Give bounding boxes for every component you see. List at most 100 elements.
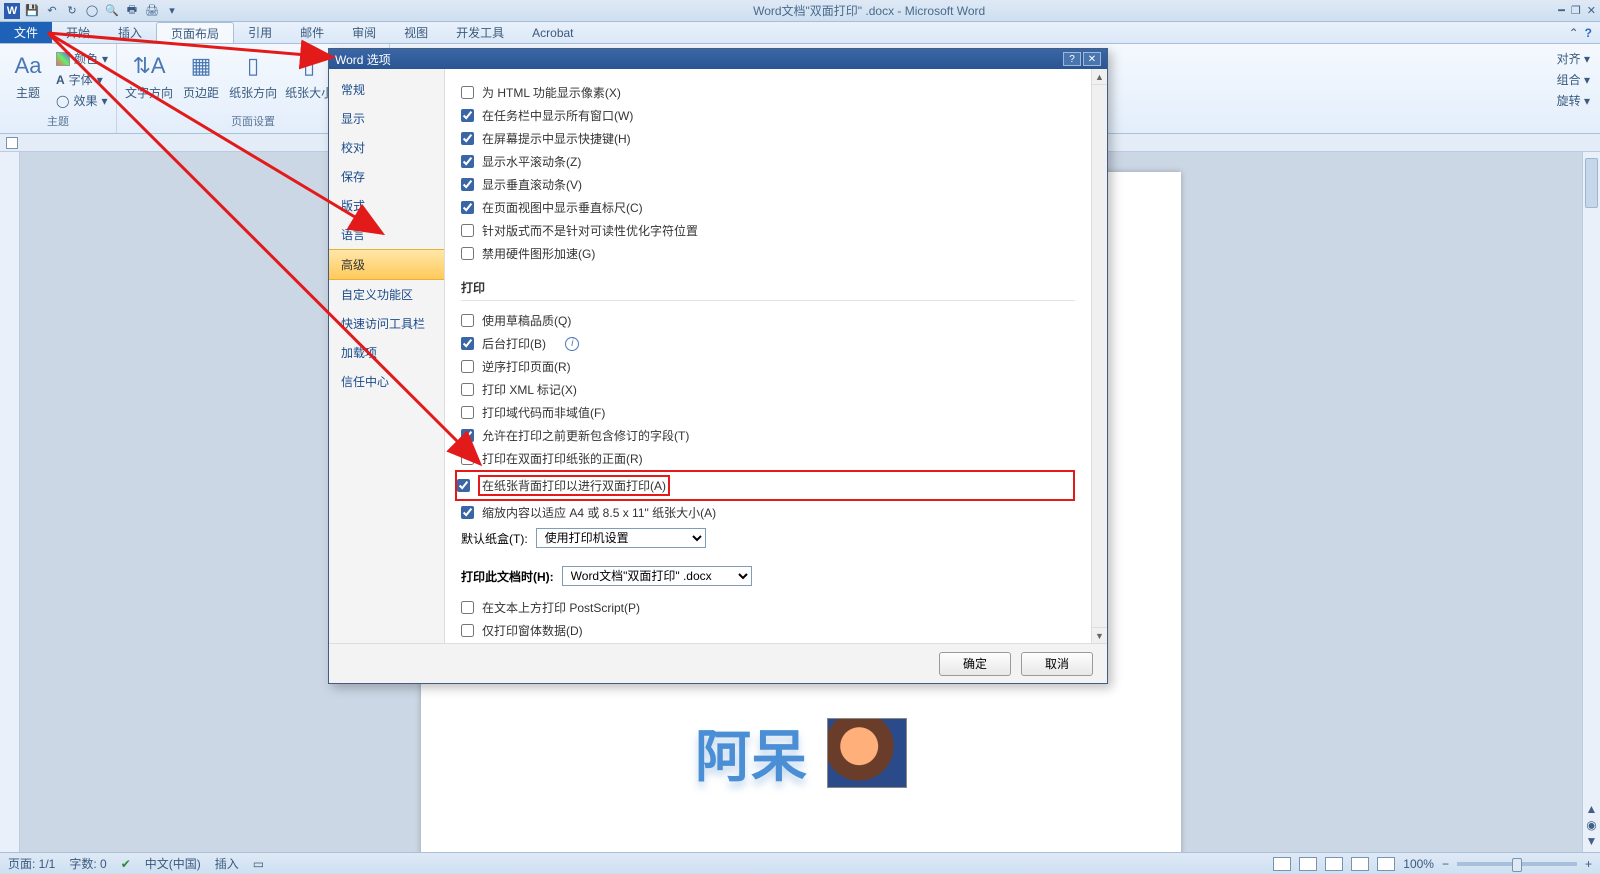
status-proof-icon[interactable]: ✔ — [121, 857, 131, 871]
tab-insert[interactable]: 插入 — [104, 22, 156, 43]
quick-print-icon[interactable]: 🖨 — [144, 3, 160, 19]
nav-addins[interactable]: 加载项 — [329, 338, 444, 367]
nav-proofing[interactable]: 校对 — [329, 133, 444, 162]
help-icon[interactable]: ? — [1585, 26, 1592, 40]
next-page-icon[interactable]: ▼ — [1586, 834, 1598, 848]
dialog-help-button[interactable]: ? — [1063, 52, 1081, 66]
orientation-label: 纸张方向 — [229, 84, 277, 101]
theme-fonts[interactable]: A字体▾ — [56, 71, 108, 88]
view-fullscreen-icon[interactable] — [1299, 857, 1317, 871]
chk-screentips-shortcut[interactable] — [461, 132, 474, 145]
chk-update-tracked[interactable] — [461, 429, 474, 442]
status-language[interactable]: 中文(中国) — [145, 855, 201, 872]
chk-duplex-back[interactable] — [457, 479, 470, 492]
vertical-scrollbar[interactable]: ▲ ◉ ▼ — [1582, 152, 1600, 852]
zoom-slider[interactable] — [1457, 862, 1577, 866]
chk-reverse-order[interactable] — [461, 360, 474, 373]
chk-taskbar-windows[interactable] — [461, 109, 474, 122]
nav-qat[interactable]: 快速访问工具栏 — [329, 309, 444, 338]
chk-vscroll[interactable] — [461, 178, 474, 191]
tab-page-layout[interactable]: 页面布局 — [156, 22, 234, 43]
ribbon-minimize-icon[interactable]: ⌃ — [1569, 26, 1579, 40]
scroll-thumb[interactable] — [1585, 158, 1598, 208]
tab-review[interactable]: 审阅 — [338, 22, 390, 43]
save-icon[interactable]: 💾 — [24, 3, 40, 19]
select-print-this-doc[interactable]: Word文档"双面打印" .docx — [562, 566, 752, 586]
info-icon[interactable]: i — [565, 337, 579, 351]
scroll-down-icon[interactable]: ▼ — [1092, 627, 1107, 643]
chk-vertical-ruler[interactable] — [461, 201, 474, 214]
tab-view[interactable]: 视图 — [390, 22, 442, 43]
chk-scale-a4[interactable] — [461, 506, 474, 519]
prev-page-icon[interactable]: ▲ — [1586, 802, 1598, 816]
nav-language[interactable]: 语言 — [329, 220, 444, 249]
status-words[interactable]: 字数: 0 — [69, 855, 106, 872]
nav-customize-ribbon[interactable]: 自定义功能区 — [329, 280, 444, 309]
view-web-icon[interactable] — [1325, 857, 1343, 871]
nav-advanced[interactable]: 高级 — [329, 249, 444, 280]
nav-save[interactable]: 保存 — [329, 162, 444, 191]
chk-hscroll[interactable] — [461, 155, 474, 168]
zoom-out-button[interactable]: − — [1442, 857, 1449, 871]
qat-dropdown-icon[interactable]: ▾ — [164, 3, 180, 19]
tab-acrobat[interactable]: Acrobat — [518, 22, 587, 43]
chk-disable-hwaccel[interactable] — [461, 247, 474, 260]
theme-colors[interactable]: 颜色▾ — [56, 50, 108, 67]
chk-background-print[interactable] — [461, 337, 474, 350]
select-default-tray[interactable]: 使用打印机设置 — [536, 528, 706, 548]
cancel-button[interactable]: 取消 — [1021, 652, 1093, 676]
view-draft-icon[interactable] — [1377, 857, 1395, 871]
scroll-up-icon[interactable]: ▲ — [1092, 69, 1107, 85]
view-print-layout-icon[interactable] — [1273, 857, 1291, 871]
chk-field-codes[interactable] — [461, 406, 474, 419]
undo-icon[interactable]: ↶ — [44, 3, 60, 19]
chk-html-pixels[interactable] — [461, 86, 474, 99]
close-button[interactable]: ✕ — [1587, 4, 1596, 17]
dialog-scrollbar[interactable]: ▲ ▼ — [1091, 69, 1107, 643]
nav-layout[interactable]: 版式 — [329, 191, 444, 220]
chk-draft-quality[interactable] — [461, 314, 474, 327]
status-page[interactable]: 页面: 1/1 — [8, 855, 55, 872]
tab-references[interactable]: 引用 — [234, 22, 286, 43]
zoom-in-button[interactable]: + — [1585, 857, 1592, 871]
group-label[interactable]: 组合 — [1557, 73, 1581, 87]
rotate-label[interactable]: 旋转 — [1557, 94, 1581, 108]
tab-home[interactable]: 开始 — [52, 22, 104, 43]
view-outline-icon[interactable] — [1351, 857, 1369, 871]
tab-mailings[interactable]: 邮件 — [286, 22, 338, 43]
browse-object-icon[interactable]: ◉ — [1586, 818, 1596, 832]
margins-button[interactable]: ▦页边距 — [181, 50, 221, 101]
chk-postscript-over[interactable] — [461, 601, 474, 614]
chk-optimize-layout[interactable] — [461, 224, 474, 237]
lbl-duplex-front: 打印在双面打印纸张的正面(R) — [482, 450, 643, 467]
size-button[interactable]: ▯纸张大小 — [285, 50, 333, 101]
chk-duplex-front[interactable] — [461, 452, 474, 465]
theme-effects[interactable]: ◯效果▾ — [56, 92, 108, 109]
ok-button[interactable]: 确定 — [939, 652, 1011, 676]
align-label[interactable]: 对齐 — [1557, 52, 1581, 66]
chk-print-xml[interactable] — [461, 383, 474, 396]
status-insert-mode[interactable]: 插入 — [215, 855, 239, 872]
tab-developer[interactable]: 开发工具 — [442, 22, 518, 43]
preview-icon[interactable]: 🔍 — [104, 3, 120, 19]
orientation-button[interactable]: ▯纸张方向 — [229, 50, 277, 101]
text-direction-button[interactable]: ⇅A文字方向 — [125, 50, 173, 101]
restore-button[interactable]: ❐ — [1571, 4, 1581, 17]
nav-general[interactable]: 常规 — [329, 75, 444, 104]
chk-form-data-only[interactable] — [461, 624, 474, 637]
status-macro-icon[interactable]: ▭ — [253, 857, 264, 871]
nav-display[interactable]: 显示 — [329, 104, 444, 133]
qat-icon[interactable]: ◯ — [84, 3, 100, 19]
zoom-level[interactable]: 100% — [1403, 857, 1434, 871]
redo-icon[interactable]: ↻ — [64, 3, 80, 19]
themes-button[interactable]: Aa 主题 — [8, 50, 48, 101]
minimize-button[interactable]: ━ — [1558, 4, 1565, 17]
tab-selector[interactable] — [6, 137, 18, 149]
dialog-close-button[interactable]: ✕ — [1083, 52, 1101, 66]
tab-file[interactable]: 文件 — [0, 22, 52, 43]
dialog-titlebar[interactable]: Word 选项 ? ✕ — [329, 49, 1107, 69]
nav-trust[interactable]: 信任中心 — [329, 367, 444, 396]
print-icon[interactable]: 🖶 — [124, 3, 140, 19]
lbl-print-xml: 打印 XML 标记(X) — [482, 381, 577, 398]
text-direction-icon: ⇅A — [133, 50, 165, 82]
